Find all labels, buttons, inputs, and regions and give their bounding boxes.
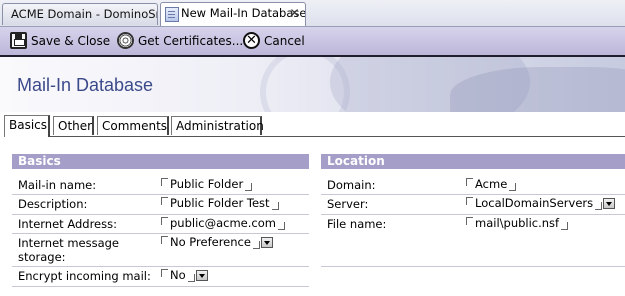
window-tab-acme-domain[interactable]: ACME Domain - DominoSrv... — [2, 3, 158, 25]
section-header-location: Location — [321, 154, 625, 169]
page-title: Mail-In Database — [17, 75, 154, 95]
mail-in-name-field[interactable]: Public Folder — [161, 177, 253, 192]
window-tab-label: ACME Domain - DominoSrv... — [11, 7, 157, 21]
internet-message-storage-field[interactable]: No Preference — [161, 235, 273, 250]
action-bar: Save & Close Get Certificates... ✕ Cance… — [0, 27, 625, 57]
field-row-mail-in-name: Mail-in name: Public Folder — [12, 176, 309, 195]
floppy-disk-icon — [10, 32, 27, 49]
field-row-domain: Domain: Acme — [321, 176, 625, 195]
save-close-button[interactable]: Save & Close — [10, 30, 110, 52]
file-name-field[interactable]: mail\public.nsf — [466, 216, 569, 231]
form-banner: Mail-In Database — [0, 57, 625, 112]
dropdown-arrow-icon[interactable] — [260, 237, 273, 248]
dropdown-arrow-icon[interactable] — [195, 270, 208, 281]
field-row-internet-message-storage: Internet message storage: No Preference — [12, 234, 309, 267]
certificate-icon — [117, 32, 134, 49]
form-tab-bar: Basics Other Comments Administration — [4, 115, 625, 137]
field-label: Internet Address: — [18, 217, 117, 231]
field-label: Encrypt incoming mail: — [18, 269, 151, 283]
get-certificates-button[interactable]: Get Certificates... — [117, 30, 243, 52]
section-header-basics: Basics — [12, 154, 309, 169]
field-label: Domain: — [327, 178, 376, 192]
internet-address-field[interactable]: public@acme.com — [161, 216, 285, 231]
window-tab-new-mail-in-database[interactable]: New Mail-In Database ✕ — [160, 2, 306, 26]
field-label: Description: — [18, 197, 88, 211]
tab-basics[interactable]: Basics — [4, 115, 50, 137]
field-label: Mail-in name: — [18, 178, 97, 192]
field-label: Internet message storage: — [18, 236, 120, 264]
get-certificates-label: Get Certificates... — [138, 34, 244, 48]
server-field[interactable]: LocalDomainServers — [466, 196, 616, 211]
encrypt-incoming-mail-field[interactable]: No — [161, 268, 208, 283]
dropdown-arrow-icon[interactable] — [603, 198, 616, 209]
database-icon — [165, 7, 179, 22]
field-row-file-name: File name: mail\public.nsf — [321, 215, 625, 267]
field-label: File name: — [327, 217, 387, 231]
cancel-x-icon: ✕ — [243, 32, 260, 49]
field-row-encrypt-incoming-mail: Encrypt incoming mail: No — [12, 267, 309, 287]
close-icon[interactable]: ✕ — [288, 7, 301, 20]
tab-administration[interactable]: Administration — [171, 116, 264, 135]
window-tab-strip: ACME Domain - DominoSrv... New Mail-In D… — [0, 0, 625, 27]
field-row-server: Server: LocalDomainServers — [321, 195, 625, 215]
field-row-internet-address: Internet Address: public@acme.com — [12, 215, 309, 234]
tab-other[interactable]: Other — [53, 116, 94, 135]
cancel-button[interactable]: ✕ Cancel — [243, 30, 305, 52]
domain-field[interactable]: Acme — [466, 177, 517, 192]
description-field[interactable]: Public Folder Test — [161, 196, 279, 211]
field-row-description: Description: Public Folder Test — [12, 195, 309, 215]
tab-comments[interactable]: Comments — [97, 116, 169, 135]
field-label: Server: — [327, 197, 369, 211]
